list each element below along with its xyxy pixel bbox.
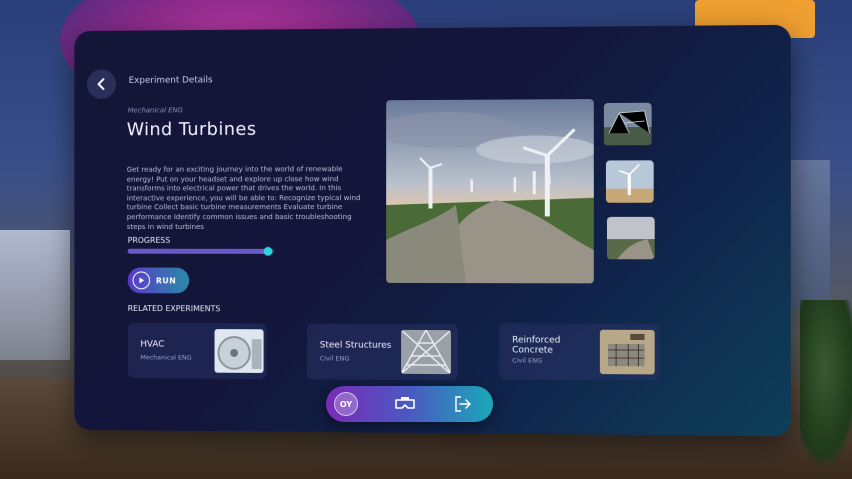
- background-plant: [800, 300, 852, 470]
- vr-headset-button[interactable]: [393, 392, 417, 416]
- play-icon: [133, 271, 151, 289]
- back-arrow-icon: [96, 78, 108, 90]
- vr-headset-icon: [394, 397, 416, 411]
- related-card-hvac[interactable]: HVAC Mechanical ENG: [128, 323, 267, 379]
- steel-structure-image: [401, 330, 451, 374]
- concrete-image: [600, 330, 655, 375]
- experiment-title: Wind Turbines: [127, 119, 257, 140]
- progress-fill: [128, 249, 267, 254]
- related-card-name: Reinforced Concrete: [512, 335, 583, 355]
- exit-button[interactable]: [451, 392, 475, 416]
- exit-icon: [454, 396, 472, 412]
- related-card-category: Civil ENG: [320, 354, 350, 362]
- experiment-category: Mechanical ENG: [128, 106, 183, 114]
- thumbnail-2[interactable]: [606, 160, 654, 202]
- profile-badge-button[interactable]: OY: [334, 392, 358, 416]
- related-card-name: Steel Structures: [320, 340, 392, 350]
- run-button[interactable]: RUN: [128, 268, 189, 294]
- experiment-description: Get ready for an exciting journey into t…: [127, 164, 371, 231]
- related-card-category: Civil ENG: [512, 356, 542, 364]
- experiment-details-panel: Experiment Details Mechanical ENG Wind T…: [74, 25, 790, 436]
- progress-bar: [128, 249, 275, 254]
- related-card-steel-structures[interactable]: Steel Structures Civil ENG: [307, 324, 458, 381]
- wind-turbine-preview-image: [386, 99, 594, 283]
- breadcrumb: Experiment Details: [129, 75, 213, 85]
- back-button[interactable]: [87, 69, 116, 99]
- progress-label: PROGRESS: [128, 236, 170, 245]
- related-card-name: HVAC: [140, 340, 164, 350]
- related-card-reinforced-concrete[interactable]: Reinforced Concrete Civil ENG: [499, 323, 660, 380]
- related-experiments-label: RELATED EXPERIMENTS: [128, 304, 221, 313]
- related-card-category: Mechanical ENG: [140, 353, 191, 361]
- run-label: RUN: [156, 276, 176, 285]
- thumbnail-3[interactable]: [607, 217, 655, 259]
- background-shelf: [0, 230, 70, 360]
- hvac-fan-image: [215, 329, 264, 373]
- thumbnail-1[interactable]: [604, 103, 652, 146]
- profile-badge-icon: OY: [340, 400, 352, 409]
- progress-knob: [263, 247, 272, 256]
- bottom-toolbar: OY: [326, 386, 493, 422]
